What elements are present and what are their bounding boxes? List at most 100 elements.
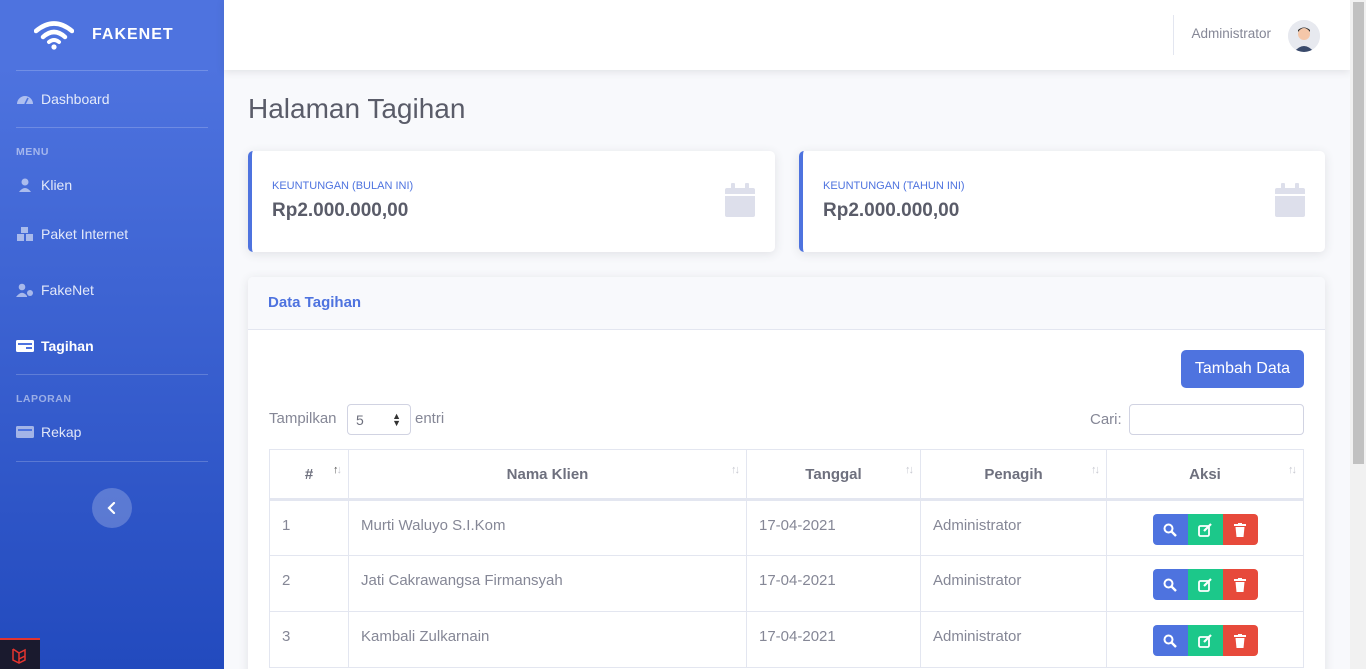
column-header-tanggal[interactable]: Tanggal ↑↓ (746, 449, 921, 501)
trash-icon (1234, 577, 1246, 592)
sort-asc-icon: ↑↓ (333, 464, 342, 476)
stat-card-year: KEUNTUNGAN (TAHUN INI) Rp2.000.000,00 (799, 151, 1325, 252)
user-icon (19, 178, 31, 192)
select-caret-icon: ▲ ▼ (392, 411, 401, 428)
length-suffix: entri (415, 410, 445, 427)
view-button[interactable] (1152, 625, 1188, 656)
delete-button[interactable] (1222, 625, 1258, 656)
add-data-button[interactable]: Tambah Data (1181, 350, 1304, 388)
calendar-icon (1275, 183, 1305, 217)
cell-penagih: Administrator (920, 611, 1107, 668)
money-check-icon (16, 426, 34, 438)
column-header-number[interactable]: # ↑↓ (269, 449, 349, 501)
cell-actions (1106, 611, 1304, 668)
cell-number: 1 (269, 499, 349, 556)
stat-card-month: KEUNTUNGAN (BULAN INI) Rp2.000.000,00 (248, 151, 775, 252)
cell-tanggal: 17-04-2021 (746, 611, 921, 668)
view-button[interactable] (1152, 569, 1188, 600)
laravel-debugbar-button[interactable] (0, 638, 40, 669)
sidebar-item-label: FakeNet (41, 282, 94, 298)
chevron-left-icon (107, 502, 116, 514)
cell-tanggal: 17-04-2021 (746, 499, 921, 556)
user-name[interactable]: Administrator (1191, 26, 1271, 41)
user-avatar-icon (1288, 20, 1320, 52)
stat-value: Rp2.000.000,00 (272, 200, 409, 221)
table-row: 3 Kambali Zulkarnain 17-04-2021 Administ… (269, 611, 1304, 668)
sidebar-item-tagihan[interactable]: Tagihan (0, 318, 224, 374)
money-check-icon (16, 340, 34, 352)
sidebar-heading-laporan: LAPORAN (16, 393, 72, 405)
delete-button[interactable] (1222, 569, 1258, 600)
sidebar-item-label: Paket Internet (41, 226, 129, 242)
cell-penagih: Administrator (920, 499, 1107, 556)
view-button[interactable] (1152, 514, 1188, 545)
sidebar-toggle-button[interactable] (92, 488, 132, 528)
cell-penagih: Administrator (920, 555, 1107, 612)
avatar[interactable] (1288, 20, 1320, 52)
topbar-divider (1173, 15, 1174, 55)
trash-icon (1234, 633, 1246, 648)
topbar: Administrator (224, 0, 1350, 70)
stat-value: Rp2.000.000,00 (823, 200, 960, 221)
search-input[interactable] (1129, 404, 1304, 435)
calendar-icon (725, 183, 755, 217)
page-title: Halaman Tagihan (248, 93, 466, 124)
brand-name: FAKENET (92, 26, 174, 43)
boxes-icon (17, 227, 33, 241)
cell-nama-klien: Jati Cakrawangsa Firmansyah (348, 555, 747, 612)
user-gear-icon (16, 283, 33, 297)
edit-icon (1197, 577, 1212, 592)
sidebar-item-label: Rekap (41, 424, 82, 440)
data-table-card: Data Tagihan Tambah Data Tampilkan 5 ▲ ▼ … (248, 277, 1325, 669)
delete-button[interactable] (1222, 514, 1258, 545)
cell-nama-klien: Murti Waluyo S.I.Kom (348, 499, 747, 556)
edit-icon (1197, 633, 1212, 648)
sort-icon: ↑↓ (731, 464, 740, 476)
tachometer-icon (17, 96, 33, 105)
sidebar: FAKENET Dashboard MENU Klien Paket Inter… (0, 0, 224, 669)
sort-icon: ↑↓ (1091, 464, 1100, 476)
sidebar-item-label: Dashboard (41, 91, 110, 107)
table-header-row: # ↑↓ Nama Klien ↑↓ Tanggal ↑↓ Penagih ↑↓… (269, 449, 1304, 501)
card-header: Data Tagihan (248, 277, 1325, 330)
edit-button[interactable] (1187, 514, 1223, 545)
cell-number: 2 (269, 555, 349, 612)
tagihan-table: # ↑↓ Nama Klien ↑↓ Tanggal ↑↓ Penagih ↑↓… (269, 449, 1304, 668)
sidebar-divider (16, 461, 208, 462)
edit-button[interactable] (1187, 625, 1223, 656)
search-icon (1163, 578, 1177, 592)
wifi-icon (34, 21, 74, 50)
search-label: Cari: (1090, 411, 1122, 428)
column-header-aksi[interactable]: Aksi ↑↓ (1106, 449, 1304, 501)
cell-number: 3 (269, 611, 349, 668)
sidebar-item-dashboard[interactable]: Dashboard (0, 71, 224, 127)
sidebar-item-klien[interactable]: Klien (0, 164, 224, 206)
stat-label: KEUNTUNGAN (BULAN INI) (272, 180, 414, 192)
sort-icon: ↑↓ (1288, 464, 1297, 476)
column-header-nama-klien[interactable]: Nama Klien ↑↓ (348, 449, 747, 501)
cell-actions (1106, 499, 1304, 556)
sidebar-item-fakenet[interactable]: FakeNet (0, 262, 224, 318)
sidebar-heading-menu: MENU (16, 146, 49, 158)
search-icon (1163, 634, 1177, 648)
scrollbar-thumb[interactable] (1353, 2, 1364, 464)
trash-icon (1234, 522, 1246, 537)
cell-tanggal: 17-04-2021 (746, 555, 921, 612)
length-label: Tampilkan (269, 410, 337, 427)
column-header-penagih[interactable]: Penagih ↑↓ (920, 449, 1107, 501)
sidebar-item-paket-internet[interactable]: Paket Internet (0, 206, 224, 262)
page-scrollbar[interactable] (1350, 0, 1366, 669)
sidebar-item-rekap[interactable]: Rekap (0, 411, 224, 453)
card-title: Data Tagihan (268, 294, 362, 311)
sidebar-item-label: Tagihan (41, 338, 94, 354)
table-row: 2 Jati Cakrawangsa Firmansyah 17-04-2021… (269, 555, 1304, 612)
sort-icon: ↑↓ (905, 464, 914, 476)
cell-nama-klien: Kambali Zulkarnain (348, 611, 747, 668)
sidebar-item-label: Klien (41, 177, 73, 193)
edit-button[interactable] (1187, 569, 1223, 600)
search-icon (1163, 523, 1177, 537)
edit-icon (1197, 522, 1212, 537)
cell-actions (1106, 555, 1304, 612)
length-select[interactable]: 5 ▲ ▼ (347, 404, 411, 435)
brand-link[interactable]: FAKENET (0, 0, 224, 70)
